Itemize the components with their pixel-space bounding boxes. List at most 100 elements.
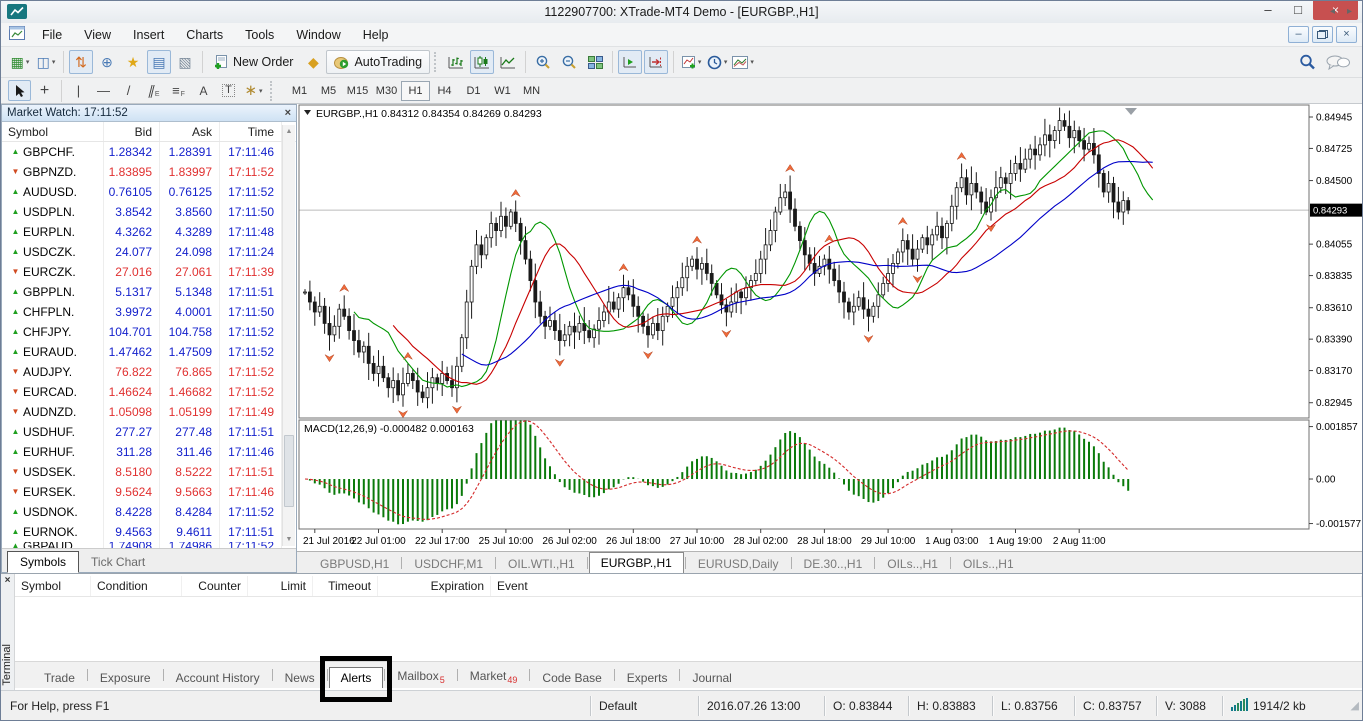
market-watch-scrollbar[interactable]: ▲ ▼ xyxy=(282,125,295,546)
scroll-up-icon[interactable]: ▲ xyxy=(283,125,295,138)
horizontal-line-button[interactable]: — xyxy=(92,80,115,101)
terminal-column-symbol[interactable]: Symbol xyxy=(15,576,91,596)
column-header-time[interactable]: Time xyxy=(220,122,282,141)
chart-tab-7[interactable]: OILs..,H1 xyxy=(952,555,1025,573)
market-watch-row[interactable]: ▲EURNOK.9.45639.461117:11:51 xyxy=(2,522,282,542)
market-watch-row[interactable]: ▲USDHUF.277.27277.4817:11:51 xyxy=(2,422,282,442)
terminal-tab-account-history[interactable]: Account History xyxy=(165,668,271,688)
strategy-tester-button[interactable]: ▧ xyxy=(173,50,197,74)
terminal-column-expiration[interactable]: Expiration xyxy=(378,576,491,596)
terminal-close-icon[interactable]: × xyxy=(1,574,14,586)
resize-grip-icon[interactable]: ◢ xyxy=(1344,699,1362,712)
market-watch-header[interactable]: Market Watch: 17:11:52 × xyxy=(2,105,296,122)
timeframe-h1-button[interactable]: H1 xyxy=(401,81,430,101)
menu-item-help[interactable]: Help xyxy=(352,28,400,42)
fibonacci-button[interactable]: ≡F xyxy=(167,80,190,101)
menu-item-view[interactable]: View xyxy=(73,28,122,42)
market-watch-row[interactable]: ▲EURPLN.4.32624.328917:11:48 xyxy=(2,222,282,242)
timeframe-h4-button[interactable]: H4 xyxy=(430,81,459,101)
market-watch-row[interactable]: ▼AUDNZD.1.050981.0519917:11:49 xyxy=(2,402,282,422)
mdi-restore-button[interactable] xyxy=(1312,26,1333,43)
market-watch-toggle-button[interactable]: ⇅ xyxy=(69,50,93,74)
terminal-column-limit[interactable]: Limit xyxy=(248,576,313,596)
market-watch-row[interactable]: ▼AUDJPY.76.82276.86517:11:52 xyxy=(2,362,282,382)
chat-icon[interactable] xyxy=(1326,55,1350,70)
terminal-tab-mailbox[interactable]: Mailbox5 xyxy=(386,666,455,688)
cursor-button[interactable] xyxy=(8,80,31,101)
terminal-tab-market[interactable]: Market49 xyxy=(459,666,529,688)
market-watch-row[interactable]: ▲USDNOK.8.42288.428417:11:52 xyxy=(2,502,282,522)
timeframe-w1-button[interactable]: W1 xyxy=(488,81,517,101)
chart-tab-6[interactable]: OILs..,H1 xyxy=(876,555,949,573)
terminal-tab-journal[interactable]: Journal xyxy=(681,668,742,688)
timeframe-m1-button[interactable]: M1 xyxy=(285,81,314,101)
timeframe-mn-button[interactable]: MN xyxy=(517,81,546,101)
scroll-down-icon[interactable]: ▼ xyxy=(283,533,295,546)
chart-tab-4[interactable]: EURUSD,Daily xyxy=(687,555,790,573)
timeframe-m5-button[interactable]: M5 xyxy=(314,81,343,101)
autotrading-button[interactable]: AutoTrading xyxy=(326,50,430,74)
crosshair-button[interactable]: + xyxy=(33,80,56,101)
chart-shift-button[interactable] xyxy=(644,50,668,74)
chart-window[interactable]: 0.849450.847250.845000.840550.838350.836… xyxy=(297,104,1363,551)
arrows-button[interactable]: ∗▾ xyxy=(242,80,265,101)
trendline-button[interactable]: / xyxy=(117,80,140,101)
eurgbp-h1-chart[interactable]: 0.849450.847250.845000.840550.838350.836… xyxy=(297,104,1363,551)
candlestick-button[interactable] xyxy=(470,50,494,74)
market-watch-row[interactable]: ▼EURSEK.9.56249.566317:11:46 xyxy=(2,482,282,502)
auto-scroll-button[interactable] xyxy=(618,50,642,74)
column-header-bid[interactable]: Bid xyxy=(104,122,160,141)
scrollbar-thumb[interactable] xyxy=(284,435,294,507)
menu-item-tools[interactable]: Tools xyxy=(234,28,285,42)
market-watch-row[interactable]: ▲AUDUSD.0.761050.7612517:11:52 xyxy=(2,182,282,202)
timeframe-d1-button[interactable]: D1 xyxy=(459,81,488,101)
market-watch-row[interactable]: ▼GBPNZD.1.838951.8399717:11:52 xyxy=(2,162,282,182)
line-chart-button[interactable] xyxy=(496,50,520,74)
terminal-tab-code-base[interactable]: Code Base xyxy=(531,668,612,688)
terminal-tab-trade[interactable]: Trade xyxy=(33,668,86,688)
data-window-button[interactable]: ⊕ xyxy=(95,50,119,74)
navigator-button[interactable]: ★ xyxy=(121,50,145,74)
market-watch-tab-symbols[interactable]: Symbols xyxy=(7,551,79,573)
terminal-tab-experts[interactable]: Experts xyxy=(616,668,679,688)
market-watch-row[interactable]: ▲USDCZK.24.07724.09817:11:24 xyxy=(2,242,282,262)
market-watch-row[interactable]: ▼EURCZK.27.01627.06117:11:39 xyxy=(2,262,282,282)
alerts-column-header[interactable]: SymbolConditionCounterLimitTimeoutExpira… xyxy=(15,576,1362,597)
market-watch-column-header[interactable]: SymbolBidAskTime xyxy=(2,122,296,142)
periods-button[interactable]: ▾ xyxy=(705,50,729,74)
terminal-tab-exposure[interactable]: Exposure xyxy=(89,668,162,688)
market-watch-row[interactable]: ▲EURAUD.1.474621.4750917:11:52 xyxy=(2,342,282,362)
market-watch-row[interactable]: ▼USDSEK.8.51808.522217:11:51 xyxy=(2,462,282,482)
menu-item-charts[interactable]: Charts xyxy=(175,28,234,42)
mdi-close-button[interactable]: × xyxy=(1336,26,1357,43)
chart-tab-5[interactable]: DE.30..,H1 xyxy=(793,555,874,573)
mdi-minimize-button[interactable]: – xyxy=(1288,26,1309,43)
market-watch-row[interactable]: ▲USDPLN.3.85423.856017:11:50 xyxy=(2,202,282,222)
new-order-button[interactable]: New Order xyxy=(207,50,300,74)
tab-scroll-right-icon[interactable]: ▸ xyxy=(1347,6,1352,17)
market-watch-row[interactable]: ▲GBPCHF.1.283421.2839117:11:46 xyxy=(2,142,282,162)
text-button[interactable]: A xyxy=(192,80,215,101)
terminal-column-counter[interactable]: Counter xyxy=(182,576,248,596)
zoom-in-button[interactable] xyxy=(531,50,555,74)
terminal-toggle-button[interactable]: ▤ xyxy=(147,50,171,74)
chart-profiles-button[interactable]: ◫▾ xyxy=(34,50,58,74)
new-chart-button[interactable]: ▦▾ xyxy=(8,50,32,74)
market-watch-close-icon[interactable]: × xyxy=(285,108,291,119)
terminal-tab-news[interactable]: News xyxy=(274,668,326,688)
status-profile[interactable]: Default xyxy=(590,696,698,716)
bar-chart-button[interactable] xyxy=(444,50,468,74)
menu-item-window[interactable]: Window xyxy=(285,28,351,42)
market-watch-row[interactable]: ▲EURHUF.311.28311.4617:11:46 xyxy=(2,442,282,462)
minimize-button[interactable]: – xyxy=(1253,1,1283,20)
metaeditor-button[interactable]: ◆ xyxy=(301,50,325,74)
equidistant-channel-button[interactable]: ∥E xyxy=(142,80,165,101)
templates-button[interactable]: ▾ xyxy=(731,50,755,74)
market-watch-tab-tick-chart[interactable]: Tick Chart xyxy=(79,552,157,572)
chart-tab-1[interactable]: USDCHF,M1 xyxy=(403,555,494,573)
chart-tab-3[interactable]: EURGBP.,H1 xyxy=(589,552,684,573)
market-watch-row[interactable]: ▲GBPPLN.5.13175.134817:11:51 xyxy=(2,282,282,302)
chart-tab-2[interactable]: OIL.WTI.,H1 xyxy=(497,555,586,573)
indicators-button[interactable]: ▾ xyxy=(679,50,703,74)
timeframe-m15-button[interactable]: M15 xyxy=(343,81,372,101)
